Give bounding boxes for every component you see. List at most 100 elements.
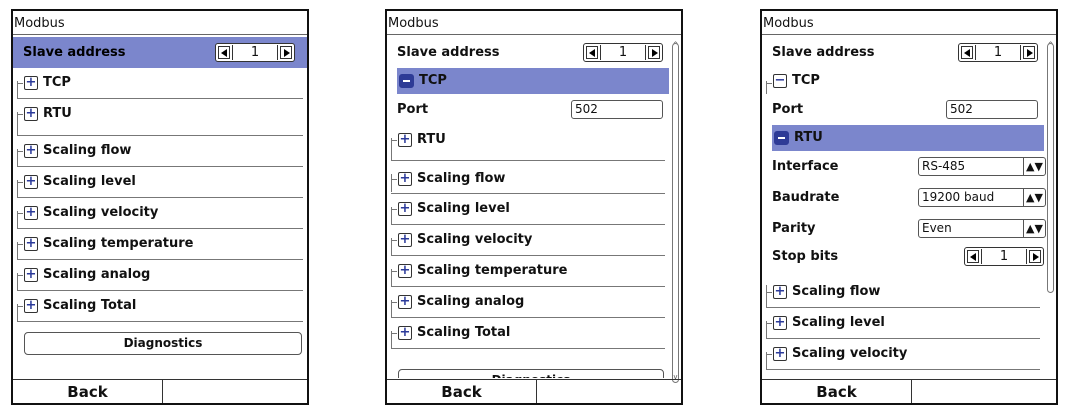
arrow-left-icon[interactable] — [586, 46, 598, 59]
baudrate-value: 19200 baud — [922, 190, 995, 204]
group-scaling-velocity[interactable]: + Scaling velocity — [762, 339, 1044, 370]
plus-icon[interactable]: + — [773, 347, 787, 361]
group-label: Scaling velocity — [417, 232, 533, 247]
group-scaling-flow[interactable]: + Scaling flow — [762, 272, 1044, 308]
group-scaling-velocity[interactable]: + Scaling velocity — [13, 198, 307, 229]
plus-icon[interactable]: + — [398, 264, 412, 278]
plus-icon[interactable]: + — [24, 175, 38, 189]
updown-icon: ▲▼ — [1023, 189, 1045, 206]
back-button[interactable]: Back — [762, 380, 912, 403]
group-scaling-level[interactable]: + Scaling level — [387, 194, 669, 225]
slave-address-value: 1 — [232, 45, 278, 60]
plus-icon[interactable]: + — [24, 107, 38, 121]
plus-icon[interactable]: + — [398, 172, 412, 186]
interface-select[interactable]: RS-485 ▲▼ — [918, 157, 1046, 176]
baudrate-select[interactable]: 19200 baud ▲▼ — [918, 188, 1046, 207]
plus-icon[interactable]: + — [398, 202, 412, 216]
group-scaling-level[interactable]: + Scaling level — [762, 308, 1044, 339]
group-scaling-analog[interactable]: + Scaling analog — [387, 287, 669, 318]
parity-select[interactable]: Even ▲▼ — [918, 219, 1046, 238]
group-label: Scaling flow — [792, 284, 881, 299]
slave-address-stepper[interactable]: 1 — [583, 43, 663, 62]
diagnostics-button[interactable]: Diagnostics — [24, 332, 302, 355]
arrow-left-icon[interactable] — [218, 46, 230, 59]
port-field[interactable]: 502 — [946, 100, 1038, 119]
slave-address-stepper[interactable]: 1 — [215, 43, 295, 62]
screen-title: Modbus — [388, 16, 439, 31]
softkey-right[interactable] — [537, 380, 681, 403]
plus-icon[interactable]: + — [398, 133, 412, 147]
plus-icon[interactable]: + — [398, 326, 412, 340]
plus-icon[interactable]: + — [773, 316, 787, 330]
group-tcp[interactable]: + TCP — [13, 68, 307, 99]
softkey-right[interactable] — [912, 380, 1056, 403]
group-label: Scaling analog — [43, 267, 151, 282]
plus-icon[interactable]: + — [24, 76, 38, 90]
slave-address-label: Slave address — [772, 45, 875, 60]
plus-icon[interactable]: + — [24, 144, 38, 158]
arrow-right-icon[interactable] — [648, 46, 660, 59]
slave-address-value: 1 — [600, 45, 646, 60]
group-label: Scaling analog — [417, 294, 525, 309]
arrow-right-icon[interactable] — [1023, 46, 1035, 59]
port-field[interactable]: 502 — [571, 100, 663, 119]
plus-icon[interactable]: + — [398, 295, 412, 309]
screen-title: Modbus — [763, 16, 814, 31]
slave-address-row[interactable]: Slave address 1 — [387, 37, 681, 68]
arrow-right-icon[interactable] — [1029, 250, 1041, 263]
group-rtu[interactable]: + RTU — [387, 125, 669, 161]
port-row[interactable]: Port 502 — [762, 94, 1056, 125]
minus-icon[interactable]: − — [773, 74, 787, 88]
slave-address-row[interactable]: Slave address 1 — [13, 37, 307, 68]
screen-title: Modbus — [14, 16, 65, 31]
plus-icon[interactable]: + — [24, 268, 38, 282]
group-tcp[interactable]: TCP — [397, 68, 669, 94]
slave-address-stepper[interactable]: 1 — [958, 43, 1038, 62]
diagnostics-button[interactable]: Diagnostics — [398, 369, 664, 378]
group-rtu[interactable]: RTU — [772, 125, 1044, 151]
group-scaling-total[interactable]: + Scaling Total — [387, 318, 669, 349]
slave-address-label: Slave address — [23, 45, 126, 60]
group-label: Scaling level — [417, 201, 510, 216]
parity-value: Even — [922, 221, 952, 235]
parity-row[interactable]: Parity Even ▲▼ — [762, 213, 1056, 244]
arrow-left-icon[interactable] — [967, 250, 979, 263]
interface-row[interactable]: Interface RS-485 ▲▼ — [762, 151, 1056, 182]
scrollbar[interactable]: ^ v — [672, 42, 679, 383]
screen-2: Modbus Slave address 1 TCP Port 502 + RTU… — [385, 9, 683, 405]
softkey-right[interactable] — [163, 380, 307, 403]
group-scaling-flow[interactable]: + Scaling flow — [387, 161, 669, 194]
baudrate-row[interactable]: Baudrate 19200 baud ▲▼ — [762, 182, 1056, 213]
group-label: TCP — [792, 73, 820, 88]
group-label: RTU — [794, 130, 823, 145]
group-scaling-total[interactable]: + Scaling Total — [13, 291, 307, 322]
plus-icon[interactable]: + — [773, 285, 787, 299]
group-scaling-analog[interactable]: + Scaling analog — [13, 260, 307, 291]
group-tcp[interactable]: − TCP — [762, 68, 1044, 94]
plus-icon[interactable]: + — [398, 233, 412, 247]
group-scaling-temperature[interactable]: + Scaling temperature — [13, 229, 307, 260]
group-scaling-level[interactable]: + Scaling level — [13, 167, 307, 198]
port-label: Port — [397, 102, 429, 117]
port-label: Port — [772, 102, 804, 117]
stop-bits-stepper[interactable]: 1 — [964, 247, 1044, 266]
plus-icon[interactable]: + — [24, 299, 38, 313]
back-button[interactable]: Back — [13, 380, 163, 403]
group-scaling-temperature[interactable]: + Scaling temperature — [387, 256, 669, 287]
slave-address-row[interactable]: Slave address 1 — [762, 37, 1056, 68]
scrollbar[interactable]: ^ — [1047, 42, 1054, 293]
back-button[interactable]: Back — [387, 380, 537, 403]
port-row[interactable]: Port 502 — [387, 94, 681, 125]
plus-icon[interactable]: + — [24, 206, 38, 220]
interface-value: RS-485 — [922, 159, 966, 173]
stop-bits-row[interactable]: Stop bits 1 — [762, 244, 1056, 272]
minus-icon[interactable] — [399, 74, 414, 88]
group-scaling-velocity[interactable]: + Scaling velocity — [387, 225, 669, 256]
group-label: Scaling flow — [417, 171, 506, 186]
minus-icon[interactable] — [774, 131, 789, 145]
plus-icon[interactable]: + — [24, 237, 38, 251]
arrow-left-icon[interactable] — [961, 46, 973, 59]
group-scaling-flow[interactable]: + Scaling flow — [13, 136, 307, 167]
arrow-right-icon[interactable] — [280, 46, 292, 59]
group-rtu[interactable]: + RTU — [13, 99, 307, 136]
